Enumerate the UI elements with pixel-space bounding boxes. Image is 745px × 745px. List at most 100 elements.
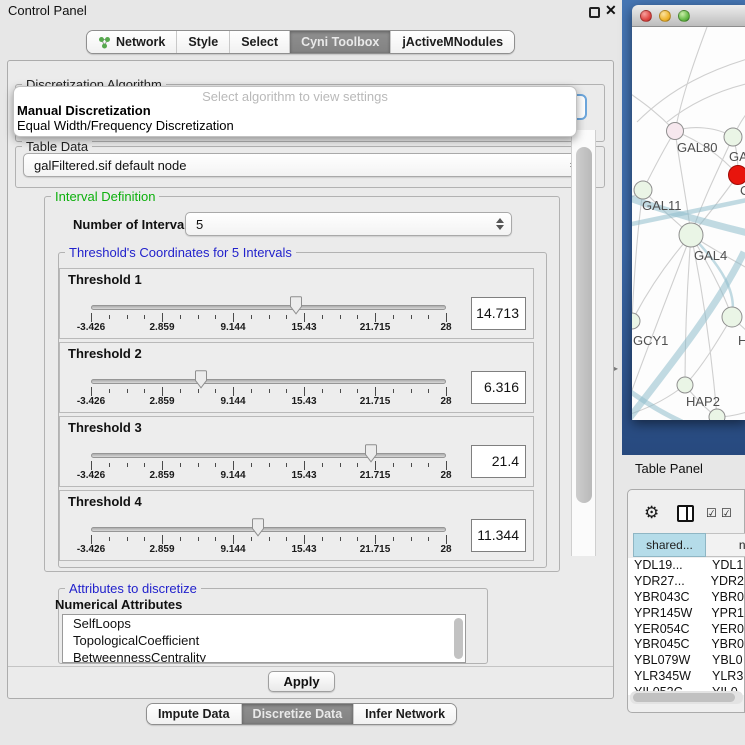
cell-name[interactable]: YDR2	[706, 574, 744, 590]
minimize-traffic-light-icon[interactable]	[659, 10, 671, 22]
cell-shared-name[interactable]: YBR045C	[628, 637, 706, 653]
number-of-intervals-combobox[interactable]: 5	[185, 212, 512, 236]
table-row[interactable]: YLR345WYLR3	[628, 669, 744, 685]
threshold-value-field[interactable]: 11.344	[471, 519, 526, 552]
network-node-green[interactable]	[724, 128, 742, 146]
network-canvas[interactable]: GAL80GACGAL11GAL4GCY1HHAP2	[632, 27, 745, 420]
vertical-scrollbar[interactable]	[571, 130, 596, 556]
table-panel-title: Table Panel	[635, 461, 703, 476]
attribute-list-item[interactable]: TopologicalCoefficient	[63, 632, 465, 649]
network-node-green[interactable]	[709, 409, 725, 420]
tab-network[interactable]: Network	[87, 31, 177, 53]
control-panel-title: Control Panel	[8, 3, 87, 18]
table-row[interactable]: YDL19...YDL1	[628, 558, 744, 574]
close-traffic-light-icon[interactable]	[640, 10, 652, 22]
cell-shared-name[interactable]: YDR27...	[628, 574, 706, 590]
cell-shared-name[interactable]: YDL19...	[628, 558, 707, 574]
apply-button[interactable]: Apply	[268, 671, 335, 692]
network-node-green[interactable]	[722, 307, 742, 327]
table-row[interactable]: YBR045CYBR0	[628, 637, 744, 653]
network-edge[interactable]	[685, 317, 732, 385]
column-header-shared-name[interactable]: shared...	[633, 533, 706, 557]
threshold-panel: Threshold 2-3.4262.8599.14415.4321.71528…	[59, 342, 534, 413]
table-row[interactable]: YBL079WYBL0	[628, 653, 744, 669]
attribute-list-item[interactable]: SelfLoops	[63, 615, 465, 632]
tab-label: jActiveMNodules	[402, 35, 503, 49]
threshold-value-field[interactable]: 21.4	[471, 445, 526, 478]
application-window: Control Panel ✕ NetworkStyleSelectCyni T…	[0, 0, 745, 745]
slider-track[interactable]	[91, 527, 446, 532]
network-edge[interactable]	[675, 27, 707, 131]
close-icon[interactable]: ✕	[605, 2, 617, 19]
cell-name[interactable]: YBR0	[706, 637, 744, 653]
tab-discretize-data[interactable]: Discretize Data	[242, 704, 355, 724]
tab-label: Impute Data	[158, 707, 230, 721]
cell-shared-name[interactable]: YBL079W	[628, 653, 707, 669]
network-node-label: GCY1	[633, 333, 668, 348]
cell-shared-name[interactable]: YBR043C	[628, 590, 706, 606]
table-row[interactable]: YPR145WYPR1	[628, 606, 744, 622]
cell-shared-name[interactable]: YER054C	[628, 622, 706, 638]
slider-thumb[interactable]	[250, 518, 266, 542]
threshold-value-field[interactable]: 14.713	[471, 297, 526, 330]
cell-name[interactable]: YDL1	[707, 558, 743, 574]
table-row[interactable]: YER054CYER0	[628, 622, 744, 638]
splitter-handle[interactable]: ▸	[614, 364, 618, 373]
network-node-green[interactable]	[632, 313, 640, 329]
cell-shared-name[interactable]: YPR145W	[628, 606, 706, 622]
network-node-green[interactable]	[677, 377, 693, 393]
tab-jactivemnodules[interactable]: jActiveMNodules	[391, 31, 514, 53]
cell-name[interactable]: YBR0	[706, 590, 744, 606]
threshold-value-field[interactable]: 6.316	[471, 371, 526, 404]
vertical-scrollbar-thumb[interactable]	[576, 147, 592, 503]
number-of-intervals-label: Number of Intervals	[73, 217, 195, 232]
column-header-name[interactable]: na	[706, 533, 745, 557]
dropdown-option[interactable]: Manual Discretization	[17, 103, 151, 118]
float-window-icon[interactable]	[589, 7, 600, 18]
tab-select[interactable]: Select	[230, 31, 290, 53]
slider-track[interactable]	[91, 379, 446, 384]
zoom-traffic-light-icon[interactable]	[678, 10, 690, 22]
tab-cyni-toolbox[interactable]: Cyni Toolbox	[290, 31, 391, 53]
cell-name[interactable]: YPR1	[706, 606, 744, 622]
network-node-green[interactable]	[679, 223, 703, 247]
checkbox-checked-icon[interactable]: ☑	[721, 506, 732, 520]
cell-name[interactable]: YLR3	[707, 669, 743, 685]
settings-gear-icon[interactable]: ⚙	[644, 503, 659, 523]
tab-impute-data[interactable]: Impute Data	[147, 704, 242, 724]
horizontal-scrollbar-thumb[interactable]	[633, 693, 735, 702]
attribute-list-item[interactable]: BetweennessCentrality	[63, 649, 465, 663]
table-row[interactable]: YDR27...YDR2	[628, 574, 744, 590]
dropdown-option[interactable]: Equal Width/Frequency Discretization	[17, 118, 234, 133]
table-row[interactable]: YBR043CYBR0	[628, 590, 744, 606]
slider-scale-labels: -3.4262.8599.14415.4321.71528	[91, 322, 446, 335]
numerical-attributes-list[interactable]: SelfLoopsTopologicalCoefficientBetweenne…	[62, 614, 466, 663]
cell-shared-name[interactable]: YLR345W	[628, 669, 707, 685]
network-edge[interactable]	[685, 235, 691, 385]
slider-thumb[interactable]	[363, 444, 379, 468]
horizontal-scrollbar[interactable]	[630, 691, 743, 704]
checkbox-checked-icon[interactable]: ☑	[706, 506, 717, 520]
cell-name[interactable]: YER0	[706, 622, 744, 638]
network-node-label: H	[738, 333, 745, 348]
slider-track[interactable]	[91, 453, 446, 458]
slider-thumb[interactable]	[193, 370, 209, 394]
network-view-window: GAL80GACGAL11GAL4GCY1HHAP2	[632, 5, 745, 420]
network-edge[interactable]	[632, 235, 691, 321]
tab-style[interactable]: Style	[177, 31, 230, 53]
network-edge[interactable]	[637, 57, 745, 122]
tab-infer-network[interactable]: Infer Network	[354, 704, 456, 724]
network-edge[interactable]	[643, 131, 675, 190]
slider-track[interactable]	[91, 305, 446, 310]
network-node-pink[interactable]	[667, 123, 684, 140]
slider-thumb[interactable]	[288, 296, 304, 320]
network-node-label: C	[740, 183, 745, 198]
network-node-red[interactable]	[729, 166, 745, 185]
table-data-combobox[interactable]: galFiltered.sif default node	[23, 153, 586, 177]
list-scrollbar-thumb[interactable]	[454, 618, 463, 659]
split-columns-icon[interactable]	[677, 505, 694, 522]
network-node-green[interactable]	[634, 181, 652, 199]
apply-button-label: Apply	[283, 674, 319, 689]
network-window-titlebar[interactable]	[632, 5, 745, 27]
cell-name[interactable]: YBL0	[707, 653, 743, 669]
